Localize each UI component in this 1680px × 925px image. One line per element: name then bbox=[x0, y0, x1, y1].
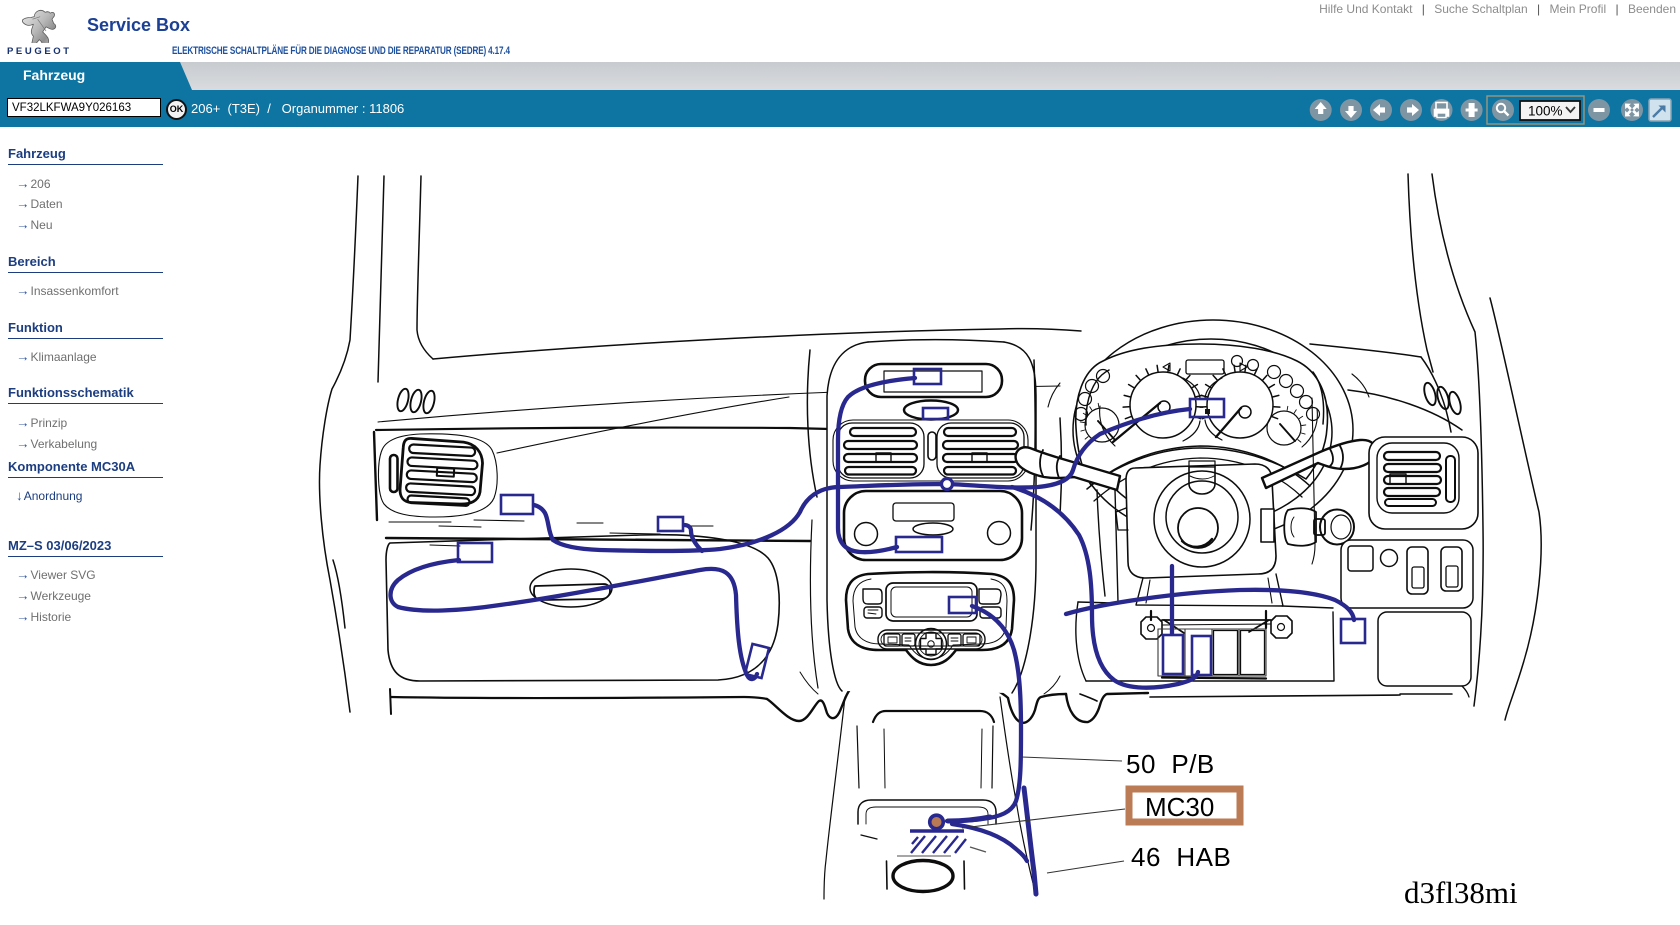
svg-text:46 HAB: 46 HAB bbox=[1131, 842, 1231, 872]
svg-text:d3fl38mi: d3fl38mi bbox=[1404, 875, 1518, 910]
svg-text:100%: 100% bbox=[1528, 104, 1563, 119]
svg-text:50 P/B: 50 P/B bbox=[1126, 749, 1215, 779]
svg-text:MC30: MC30 bbox=[1145, 792, 1214, 822]
